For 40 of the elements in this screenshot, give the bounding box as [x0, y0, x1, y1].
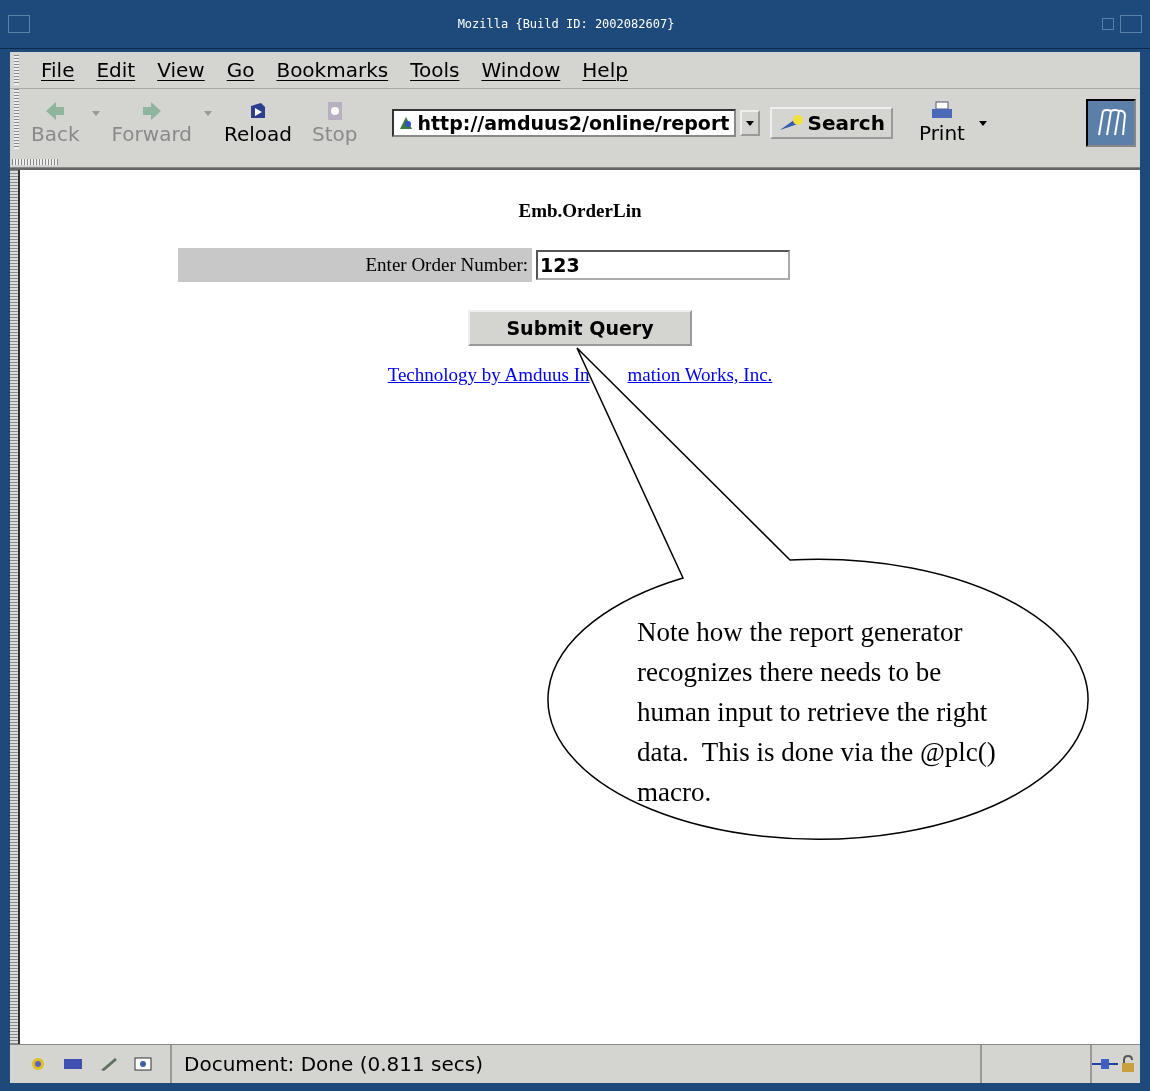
sidebar-grip[interactable] [10, 170, 20, 1044]
credit-link[interactable]: mation Works, Inc. [627, 364, 773, 386]
menu-item[interactable]: File [41, 58, 75, 82]
maximize-button[interactable] [1120, 15, 1142, 33]
menu-item[interactable]: View [157, 58, 205, 82]
status-text: Document: Done (0.811 secs) [172, 1045, 982, 1083]
padlock-icon [1120, 1055, 1136, 1073]
callout-text: Note how the report generator recognizes there needs to be human input to retrieve the right data. This is done via the @plc() macro. [637, 616, 997, 809]
page-icon [397, 115, 414, 131]
order-number-field[interactable]: 123 [536, 250, 790, 280]
grip-handle[interactable] [12, 159, 58, 165]
caret-icon [745, 120, 754, 126]
window-title: Mozilla {Build ID: 2002082607} [456, 17, 676, 31]
throbber-logo[interactable] [1086, 99, 1136, 147]
menu-item[interactable]: Bookmarks [276, 58, 389, 82]
search-button[interactable]: Search [769, 107, 893, 139]
dropdown-button[interactable] [739, 110, 760, 136]
submit-button[interactable]: Submit Query [468, 310, 692, 346]
menu-item[interactable]: Go [226, 58, 255, 82]
dropdown-arrow-icon[interactable] [978, 120, 987, 126]
connection-icon[interactable] [1092, 1057, 1118, 1071]
field-label: Enter Order Number: [178, 248, 532, 282]
window-menu-button[interactable] [8, 15, 30, 33]
printer-icon [929, 101, 954, 121]
credit-link[interactable]: Technology by Amduus In [387, 364, 590, 386]
toolbar-button[interactable]: Reload [216, 100, 301, 146]
menu-item[interactable]: Tools [410, 58, 460, 82]
grip-handle[interactable] [14, 55, 19, 85]
left-arrow-icon [44, 100, 67, 122]
mail-icon[interactable] [62, 1056, 84, 1072]
menu-item[interactable]: Help [582, 58, 628, 82]
url-field[interactable]: http://amduus2/online/report [391, 109, 736, 137]
address-book-icon[interactable] [134, 1056, 152, 1072]
page-heading: Emb.OrderLin [518, 200, 642, 222]
menu-item[interactable]: Window [481, 58, 561, 82]
right-arrow-icon [140, 100, 163, 122]
print-button[interactable]: Print [910, 101, 973, 145]
minimize-button[interactable] [1102, 18, 1114, 30]
grip-handle[interactable] [14, 89, 19, 149]
menu-item[interactable]: Edit [96, 58, 136, 82]
